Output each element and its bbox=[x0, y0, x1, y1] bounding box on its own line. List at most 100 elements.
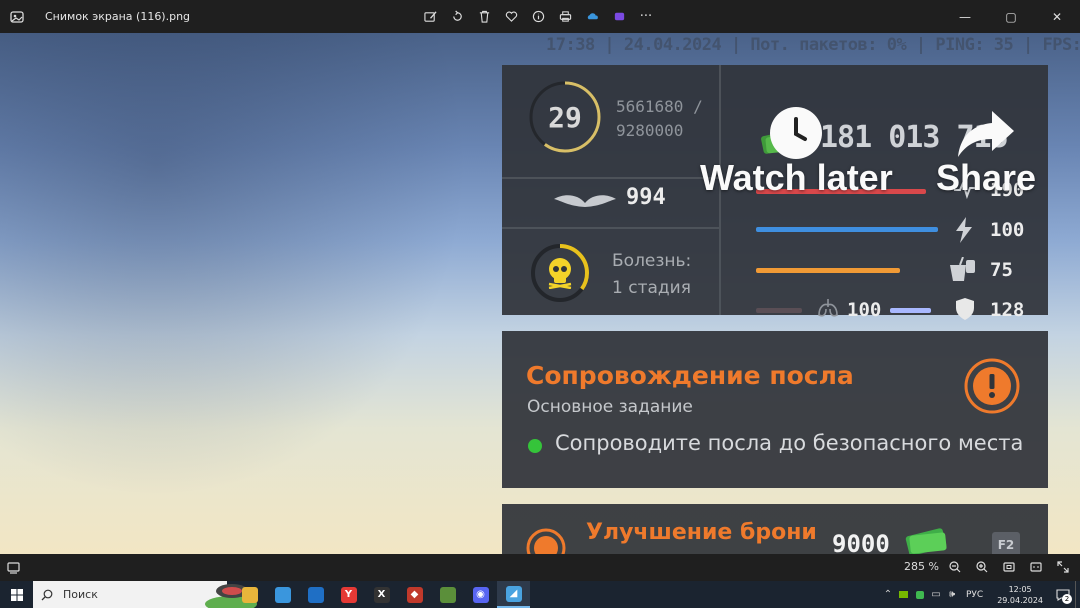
taskbar-app-discord[interactable]: ◉ bbox=[464, 581, 497, 608]
edit-image-icon[interactable] bbox=[421, 8, 439, 26]
taskbar-app-microsoft-store[interactable] bbox=[266, 581, 299, 608]
delete-icon[interactable] bbox=[475, 8, 493, 26]
taskbar: Поиск Y X ◆ ◉ ◢ ⌃ ▭ 🕪 РУС 12:05 29.04.2024 2 bbox=[0, 581, 1080, 608]
filmstrip-icon[interactable] bbox=[0, 554, 27, 581]
taskbar-app-mail[interactable] bbox=[299, 581, 332, 608]
lungs-value: 100 bbox=[847, 299, 882, 321]
money-icon bbox=[905, 528, 947, 554]
taskbar-app-minecraft[interactable] bbox=[431, 581, 464, 608]
taskbar-apps: Y X ◆ ◉ ◢ bbox=[233, 581, 530, 608]
rotate-icon[interactable] bbox=[448, 8, 466, 26]
discord-icon: ◉ bbox=[472, 586, 489, 603]
share-arrow-icon[interactable] bbox=[956, 107, 1016, 159]
lungs-bar-track bbox=[756, 308, 802, 313]
taskbar-app-file-explorer[interactable] bbox=[233, 581, 266, 608]
food-icon bbox=[950, 257, 975, 281]
taskbar-search[interactable]: Поиск bbox=[33, 581, 257, 608]
mission-subtitle: Основное задание bbox=[527, 397, 693, 417]
windows-logo-icon bbox=[10, 588, 23, 601]
armor-bar bbox=[756, 227, 938, 232]
microsoft-store-icon bbox=[274, 586, 291, 603]
alert-icon bbox=[964, 358, 1020, 414]
shield-value: 128 bbox=[990, 299, 1025, 321]
disease-status: Болезнь: 1 стадия bbox=[612, 248, 691, 302]
skull-icon bbox=[548, 258, 572, 289]
close-button[interactable]: ✕ bbox=[1034, 0, 1080, 33]
more-icon[interactable]: ··· bbox=[637, 8, 655, 26]
notification-center[interactable]: 2 bbox=[1051, 581, 1075, 608]
start-button[interactable] bbox=[0, 581, 33, 608]
zoom-level: 285 % bbox=[904, 560, 939, 573]
sky-background bbox=[0, 33, 520, 554]
fit-to-window-icon[interactable] bbox=[1000, 557, 1018, 577]
app-wolf-icon: ◆ bbox=[406, 586, 423, 603]
disease-label: Болезнь: bbox=[612, 251, 692, 271]
favorite-icon[interactable] bbox=[502, 8, 520, 26]
hunger-bar bbox=[756, 268, 900, 273]
security-icon[interactable] bbox=[912, 581, 928, 608]
viewer-toolbar: ··· bbox=[421, 0, 655, 33]
zoom-in-icon[interactable] bbox=[973, 557, 991, 577]
experience-total: 9280000 bbox=[616, 121, 684, 140]
disease-stage: 1 стадия bbox=[612, 278, 691, 298]
watch-later-label[interactable]: Watch later bbox=[700, 157, 893, 199]
file-explorer-icon bbox=[241, 586, 258, 603]
title-bar: Снимок экрана (116).png ··· — ▢ ✕ bbox=[0, 0, 1080, 33]
divider bbox=[502, 227, 719, 229]
system-tray: ⌃ ▭ 🕪 РУС 12:05 29.04.2024 2 bbox=[880, 581, 1080, 608]
clock-icon[interactable] bbox=[768, 105, 824, 161]
clock-time: 12:05 bbox=[1008, 584, 1032, 594]
fullscreen-icon[interactable] bbox=[1054, 557, 1072, 577]
mail-icon bbox=[307, 586, 324, 603]
taskbar-app-app-x[interactable]: X bbox=[365, 581, 398, 608]
notification-count: 2 bbox=[1062, 594, 1072, 604]
wings-count: 994 bbox=[626, 185, 666, 210]
yandex-browser-icon: Y bbox=[340, 586, 357, 603]
show-desktop-button[interactable] bbox=[1075, 581, 1080, 608]
lungs-icon bbox=[818, 299, 838, 317]
file-name: Снимок экрана (116).png bbox=[45, 10, 191, 23]
wings-icon bbox=[554, 195, 616, 207]
divider bbox=[502, 177, 719, 179]
upgrade-panel: Улучшение брони 9000 F2 bbox=[502, 504, 1048, 554]
mission-task: Сопроводите посла до безопасного места bbox=[555, 431, 1024, 455]
search-placeholder: Поиск bbox=[63, 588, 98, 601]
image-viewport[interactable]: 17:38 | 24.04.2024 | Пот. пакетов: 0% | … bbox=[0, 33, 1080, 554]
onedrive-icon[interactable] bbox=[583, 8, 601, 26]
mission-panel: Сопровождение посла Основное задание Соп… bbox=[502, 331, 1048, 488]
app-x-icon: X bbox=[373, 586, 390, 603]
hud-status-line: 17:38 | 24.04.2024 | Пот. пакетов: 0% | … bbox=[546, 35, 1080, 55]
photos-icon: ◢ bbox=[505, 585, 522, 602]
hunger-value: 75 bbox=[990, 259, 1013, 281]
share-label[interactable]: Share bbox=[936, 157, 1036, 199]
photos-app-icon bbox=[0, 0, 33, 33]
shield-bar bbox=[890, 308, 932, 313]
taskbar-app-photos[interactable]: ◢ bbox=[497, 581, 530, 608]
window-controls: — ▢ ✕ bbox=[942, 0, 1080, 33]
clipchamp-icon[interactable] bbox=[610, 8, 628, 26]
nvidia-icon[interactable] bbox=[896, 581, 912, 608]
print-icon[interactable] bbox=[556, 8, 574, 26]
minimize-button[interactable]: — bbox=[942, 0, 988, 33]
actual-size-icon[interactable] bbox=[1027, 557, 1045, 577]
network-icon[interactable]: ▭ bbox=[928, 581, 944, 608]
taskbar-app-app-wolf[interactable]: ◆ bbox=[398, 581, 431, 608]
task-status-dot bbox=[528, 439, 542, 453]
viewer-bottom-bar: 285 % bbox=[0, 554, 1080, 581]
zoom-out-icon[interactable] bbox=[946, 557, 964, 577]
upgrade-title: Улучшение брони bbox=[586, 520, 817, 545]
clock[interactable]: 12:05 29.04.2024 bbox=[997, 584, 1043, 606]
armor-value: 100 bbox=[990, 219, 1025, 241]
experience-current: 5661680 / bbox=[616, 97, 703, 116]
language-indicator[interactable]: РУС bbox=[966, 590, 983, 600]
minecraft-icon bbox=[439, 586, 456, 603]
volume-icon[interactable]: 🕪 bbox=[944, 581, 960, 608]
chevron-up-icon[interactable]: ⌃ bbox=[880, 581, 896, 608]
info-icon[interactable] bbox=[529, 8, 547, 26]
taskbar-app-yandex-browser[interactable]: Y bbox=[332, 581, 365, 608]
search-icon bbox=[41, 589, 53, 600]
shield-icon bbox=[956, 298, 974, 320]
experience-counter: 5661680 / 9280000 bbox=[616, 95, 703, 143]
energy-icon bbox=[956, 217, 972, 243]
maximize-button[interactable]: ▢ bbox=[988, 0, 1034, 33]
